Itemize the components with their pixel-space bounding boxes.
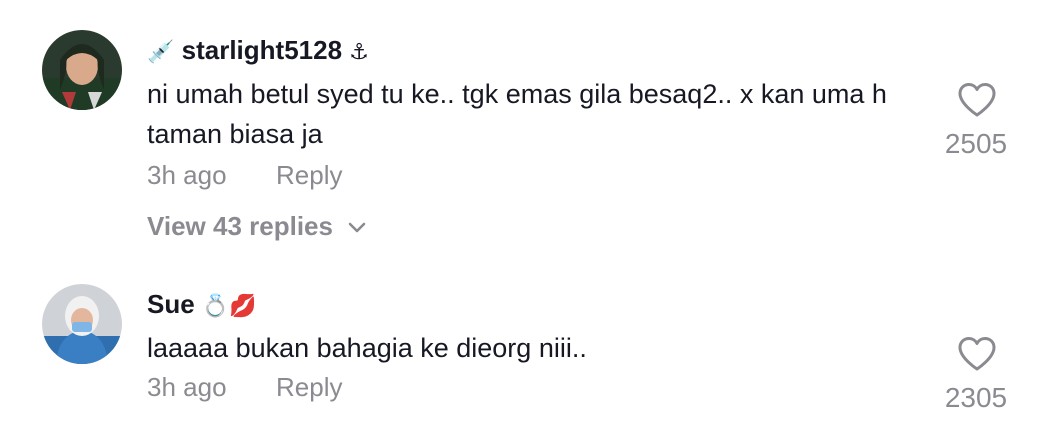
avatar[interactable] [42,30,122,110]
like-count: 2505 [944,128,1008,159]
chevron-down-icon [348,222,366,233]
like-button[interactable] [957,336,997,372]
comment-text: ni umah betul syed tu ke.. tgk emas gila… [147,79,887,149]
reply-button[interactable]: Reply [276,160,342,191]
username-text: Sue [147,289,195,319]
syringe-emoji: 💉 [147,40,175,65]
anchor-emoji: ⚓ [349,40,370,65]
reply-button[interactable]: Reply [276,372,342,403]
view-replies-button[interactable]: View 43 replies [147,211,367,242]
comment-text: laaaaa bukan bahagia ke dieorg niii.. [147,333,587,363]
view-replies-label: View 43 replies [147,211,333,241]
like-count: 2305 [944,382,1008,413]
avatar[interactable] [42,284,122,364]
username-text: starlight5128 [181,35,343,65]
ring-kiss-emoji: 💍💋 [201,294,257,319]
avatar-image [42,30,122,110]
heart-outline-icon [958,83,996,117]
avatar-image [42,284,122,364]
comment-username[interactable]: 💉 starlight5128 ⚓ [147,35,369,68]
comment-timestamp: 3h ago [147,372,227,402]
heart-outline-icon [958,337,996,371]
comment-username[interactable]: Sue 💍💋 [147,289,257,322]
like-button[interactable] [957,82,997,118]
comment-timestamp: 3h ago [147,160,227,190]
